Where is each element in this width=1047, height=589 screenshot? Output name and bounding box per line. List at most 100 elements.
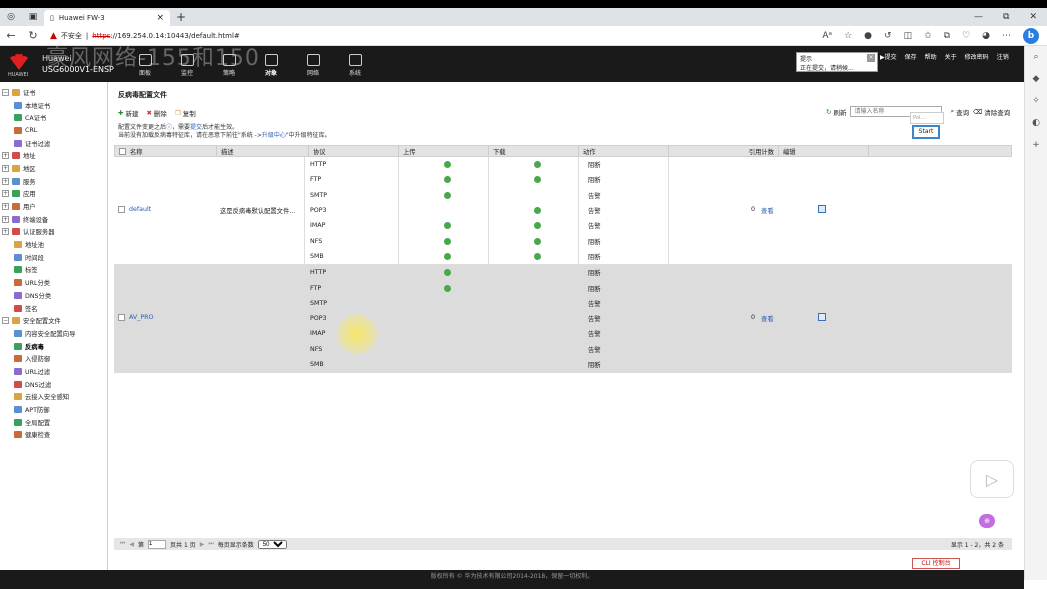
sidebar-item[interactable]: DNS分类 xyxy=(2,289,105,302)
refresh-button[interactable]: ↻ 刷新 xyxy=(826,107,846,117)
collapse-icon[interactable]: − xyxy=(2,317,9,325)
menu-network[interactable]: 网络 xyxy=(298,54,328,77)
menu-object[interactable]: 对象 xyxy=(256,54,286,77)
search-icon[interactable]: ⌕ xyxy=(1025,46,1047,68)
sidebar-item[interactable]: + 用户 xyxy=(2,200,105,213)
refresh-extension-icon[interactable]: ↺ xyxy=(884,31,892,41)
sidebar-item[interactable]: 内容安全配置向导 xyxy=(2,327,105,340)
menu-monitor[interactable]: 监控 xyxy=(172,54,202,77)
edit-icon[interactable] xyxy=(818,312,826,321)
floating-widget-icon[interactable]: ⊕ xyxy=(979,514,995,528)
sidebar-item[interactable]: + 认证服务器 xyxy=(2,226,105,239)
sidebar-item[interactable]: APT防御 xyxy=(2,403,105,416)
sidebar-item[interactable]: URL过滤 xyxy=(2,365,105,378)
help-link[interactable]: 帮助 xyxy=(925,52,937,61)
collections-icon[interactable]: ⧉ xyxy=(944,31,950,41)
cli-console-button[interactable]: CLI 控制台 xyxy=(912,558,960,569)
menu-system[interactable]: 系统 xyxy=(340,54,370,77)
start-button[interactable]: Start xyxy=(912,125,940,139)
menu-policy[interactable]: 策略 xyxy=(214,54,244,77)
profile-name-link[interactable]: AV_PRO xyxy=(129,314,154,321)
expand-icon[interactable]: + xyxy=(2,177,9,185)
about-link[interactable]: 关于 xyxy=(945,52,957,61)
view-link[interactable]: 查看 xyxy=(761,206,774,215)
col-upload[interactable]: 上传 xyxy=(399,146,489,156)
sidebar-item[interactable]: 时间段 xyxy=(2,251,105,264)
col-refcount[interactable]: 引用计数 xyxy=(669,146,779,156)
sidebar-item[interactable]: DNS过滤 xyxy=(2,378,105,391)
delete-button[interactable]: ✖ 删除 xyxy=(146,108,166,118)
col-desc[interactable]: 描述 xyxy=(217,146,309,156)
menu-dashboard[interactable]: 面板 xyxy=(130,54,160,77)
sidebar-item[interactable]: − 证书 xyxy=(2,86,105,99)
profile-name[interactable]: default xyxy=(118,205,151,213)
sidebar-item[interactable]: − 安全配置文件 xyxy=(2,314,105,327)
row-checkbox[interactable] xyxy=(118,205,125,213)
restore-icon[interactable]: ⧉ xyxy=(1003,12,1009,22)
browser-essentials-icon[interactable]: ♡ xyxy=(962,31,970,41)
expand-icon[interactable]: + xyxy=(2,215,9,223)
new-tab-icon[interactable]: + xyxy=(176,10,186,24)
profile-group[interactable]: HTTP 阻断 FTP 阻断 SMTP 告警 POP3 告警 IMAP 告警 NFS 告警 SMB 阻断 A… xyxy=(114,265,1012,374)
minimize-icon[interactable]: — xyxy=(974,12,983,22)
favorites-icon[interactable]: ✩ xyxy=(924,31,932,41)
select-all-checkbox[interactable] xyxy=(119,147,126,155)
tools-icon[interactable]: ✧ xyxy=(1025,90,1047,112)
query-button[interactable]: ⌕ 查询 xyxy=(950,107,969,117)
upgrade-center-link[interactable]: 升级中心 xyxy=(262,132,286,139)
new-button[interactable]: ✚ 新建 xyxy=(118,108,138,118)
policy-dropdown[interactable]: Pol... xyxy=(910,112,944,124)
sidebar-item[interactable]: + 终端设备 xyxy=(2,213,105,226)
sidebar-item[interactable]: + 地址 xyxy=(2,149,105,162)
extension-icon[interactable]: ● xyxy=(864,31,872,41)
sidebar-item[interactable]: URL分类 xyxy=(2,276,105,289)
col-edit[interactable]: 编辑 xyxy=(779,146,869,156)
tooltip-close-icon[interactable]: × xyxy=(867,54,875,62)
expand-icon[interactable]: + xyxy=(2,164,9,172)
workspaces-icon[interactable]: ◎ xyxy=(0,8,22,26)
close-tab-icon[interactable]: × xyxy=(156,13,164,23)
sidebar-item[interactable]: + 应用 xyxy=(2,188,105,201)
sidebar-item[interactable]: 健康检查 xyxy=(2,429,105,442)
sidebar-item[interactable]: CRL xyxy=(2,124,105,137)
profile-name[interactable]: AV_PRO xyxy=(118,313,154,321)
sidebar-item[interactable]: + 服务 xyxy=(2,175,105,188)
more-icon[interactable]: ⋯ xyxy=(1002,31,1011,41)
sidebar-item[interactable]: 标签 xyxy=(2,264,105,277)
video-play-icon[interactable]: ▷ xyxy=(970,460,1014,498)
sidebar-item[interactable]: 反病毒 xyxy=(2,340,105,353)
page-number-input[interactable] xyxy=(148,539,167,549)
favorite-icon[interactable]: ☆ xyxy=(844,31,852,41)
read-aloud-icon[interactable]: Aᵃ xyxy=(822,31,832,41)
expand-icon[interactable]: + xyxy=(2,203,9,211)
last-page-icon[interactable]: ⏭ xyxy=(208,540,213,548)
sidebar-item[interactable]: 本地证书 xyxy=(2,99,105,112)
close-window-icon[interactable]: ✕ xyxy=(1029,12,1037,22)
sidebar-item[interactable]: 入侵防御 xyxy=(2,352,105,365)
edit-icon[interactable] xyxy=(818,204,826,213)
expand-icon[interactable]: + xyxy=(2,152,9,160)
copilot-icon[interactable]: b xyxy=(1023,27,1039,44)
expand-icon[interactable]: + xyxy=(2,228,9,236)
save-link[interactable]: 保存 xyxy=(905,52,917,61)
browser-tab[interactable]: ▯ Huawei FW-3 × xyxy=(44,10,170,26)
submit-link[interactable]: ▶提交 xyxy=(880,52,897,61)
collapse-icon[interactable]: − xyxy=(2,88,9,96)
col-download[interactable]: 下载 xyxy=(489,146,579,156)
sidebar-item[interactable]: 全局配置 xyxy=(2,416,105,429)
sidebar-item[interactable]: CA证书 xyxy=(2,111,105,124)
view-link[interactable]: 查看 xyxy=(761,314,774,323)
sidebar-item[interactable]: 地址池 xyxy=(2,238,105,251)
sidebar-item[interactable]: + 地区 xyxy=(2,162,105,175)
add-icon[interactable]: + xyxy=(1025,134,1047,156)
change-password-link[interactable]: 修改密码 xyxy=(965,52,989,61)
profile-name-link[interactable]: default xyxy=(129,206,151,213)
profile-avatar[interactable]: ◕ xyxy=(982,31,990,41)
split-screen-icon[interactable]: ◫ xyxy=(904,31,913,41)
tab-actions-icon[interactable]: ▣ xyxy=(22,8,44,26)
sidebar-item[interactable]: 证书过滤 xyxy=(2,137,105,150)
office-icon[interactable]: ◐ xyxy=(1025,112,1047,134)
profile-group[interactable]: HTTP 阻断 FTP 阻断 SMTP 告警 POP3 告警 IMAP 告警 NFS 阻断 SMB 阻断 d… xyxy=(114,157,1012,266)
next-page-icon[interactable]: ▶ xyxy=(200,541,205,548)
clear-query-button[interactable]: ⌫ 清除查询 xyxy=(973,107,1010,117)
